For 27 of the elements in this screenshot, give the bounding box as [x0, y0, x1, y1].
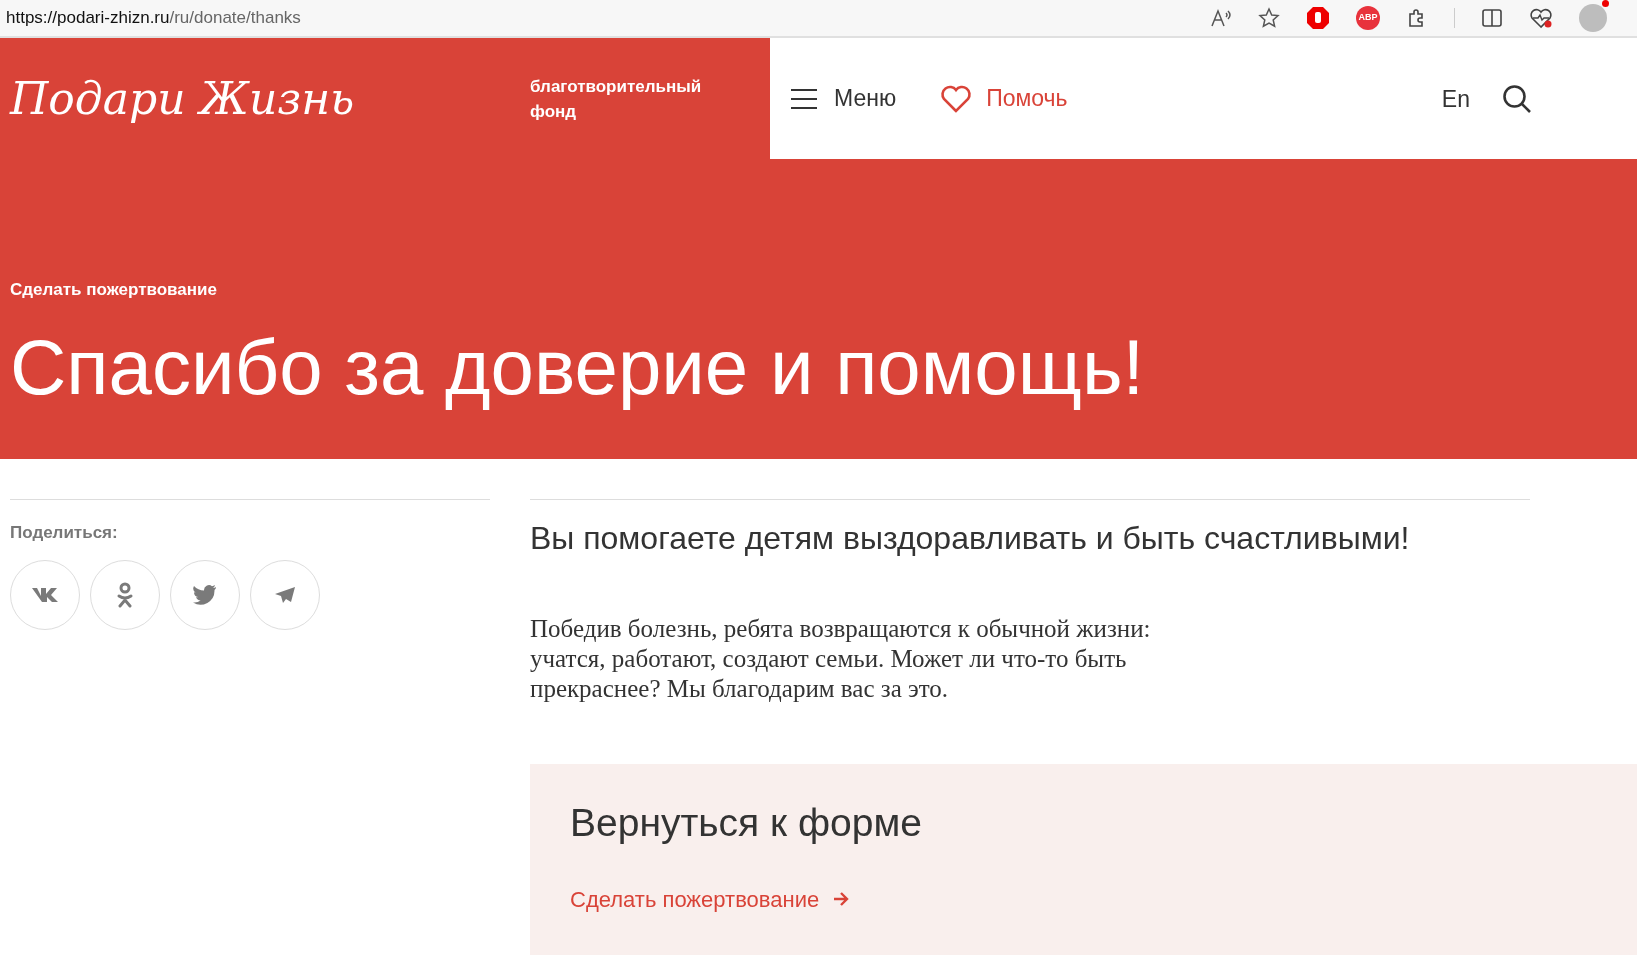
extension-badge[interactable]: ABP — [1356, 6, 1380, 30]
heart-pulse-icon[interactable] — [1529, 7, 1553, 29]
vk-icon — [31, 586, 59, 603]
menu-button[interactable]: Меню — [790, 81, 897, 116]
address-bar[interactable]: https://podari-zhizn.ru/ru/donate/thanks — [6, 5, 1210, 31]
language-link[interactable]: En — [1441, 84, 1470, 113]
paper-plane-icon — [274, 585, 296, 604]
return-title: Вернуться к форме — [570, 800, 923, 846]
breadcrumb-link[interactable]: Сделать пожертвование — [10, 277, 1637, 303]
stop-sign-icon[interactable] — [1306, 6, 1330, 30]
section-heading: Вы помогаете детям выздоравливать и быть счастливыми! — [530, 519, 1411, 558]
share-label: Поделиться: — [10, 522, 119, 544]
logo[interactable]: Подари Жизнь — [10, 65, 530, 132]
page-title: Спасибо за доверие и помощь! — [10, 324, 1146, 409]
arrow-right-icon — [833, 892, 850, 906]
help-button[interactable]: Помочь — [940, 81, 1068, 116]
thanks-paragraph: Победив болезнь, ребята возвращаются к обычной жизни: учатся, работают, создают семьи. Может ли что-то быть прекраснее? Мы благодарим вас за это. — [530, 614, 1152, 704]
star-icon[interactable] — [1258, 7, 1280, 29]
heart-icon — [940, 84, 973, 113]
search-icon[interactable] — [1502, 83, 1532, 114]
donate-link[interactable]: Сделать пожертвование — [570, 882, 850, 916]
split-screen-icon[interactable] — [1481, 8, 1503, 28]
read-aloud-icon[interactable] — [1210, 8, 1232, 28]
menu-icon — [790, 87, 818, 110]
bird-icon — [193, 584, 217, 605]
tagline: благотворительный фонд — [530, 75, 703, 123]
ok-icon — [116, 581, 134, 608]
